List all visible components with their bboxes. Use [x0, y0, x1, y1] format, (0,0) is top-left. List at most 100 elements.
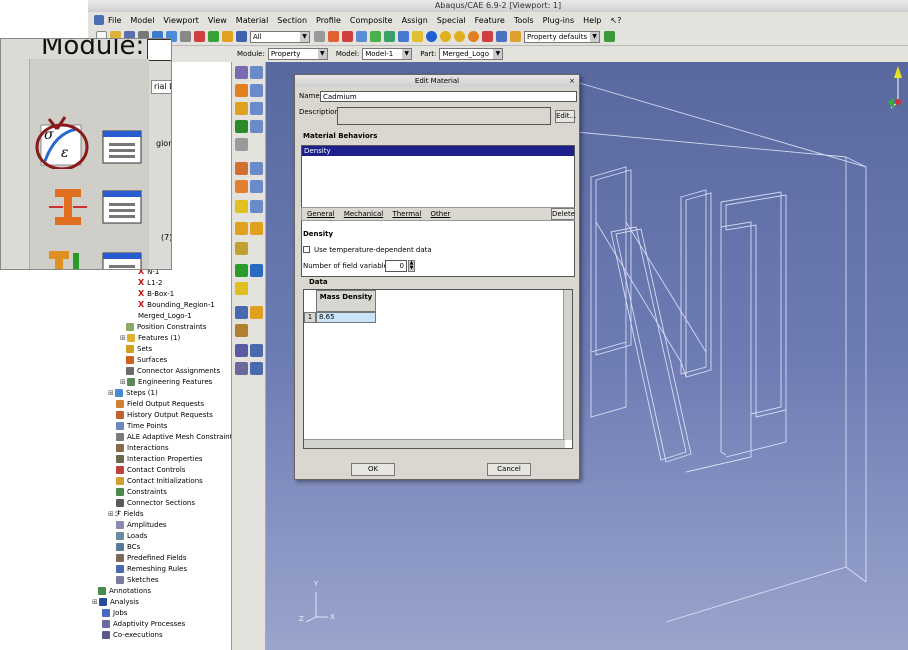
menu-view[interactable]: View — [208, 16, 227, 25]
tree-item[interactable]: Co-executions — [102, 629, 163, 640]
menu-section[interactable]: Section — [277, 16, 307, 25]
model-select[interactable]: Model-1 ▼ — [362, 48, 413, 60]
datum-axis-icon[interactable] — [250, 264, 263, 277]
tree-item[interactable]: Connector Assignments — [126, 365, 220, 376]
menu-special[interactable]: Special — [437, 16, 466, 25]
behavior-item-density[interactable]: Density — [302, 146, 574, 156]
assignment-manager-icon[interactable] — [250, 120, 263, 133]
material-library-tab[interactable]: rial Library — [151, 80, 171, 94]
field-variables-input[interactable]: 0 — [385, 260, 407, 272]
tree-item[interactable]: Jobs — [102, 607, 127, 618]
view-icon[interactable] — [222, 31, 233, 42]
menu-tools[interactable]: Tools — [514, 16, 534, 25]
close-icon[interactable]: × — [569, 75, 575, 87]
create-profile-icon[interactable] — [235, 102, 248, 115]
material-name-input[interactable]: Cadmium — [320, 91, 577, 102]
special-icon[interactable] — [235, 200, 248, 213]
property-defaults-select[interactable]: Property defaults ▼ — [524, 30, 600, 43]
vertical-scrollbar[interactable] — [563, 290, 572, 440]
composite-manager-icon[interactable] — [250, 162, 263, 175]
tree-item[interactable]: X L1-2 — [138, 277, 163, 288]
shaded-icon[interactable] — [370, 31, 381, 42]
expand-icon[interactable]: ⊞ — [108, 389, 114, 397]
section-manager-icon[interactable] — [101, 189, 145, 225]
beam-orientation-icon[interactable] — [235, 222, 248, 235]
tree-item[interactable]: ⊞ Analysis — [92, 596, 139, 607]
delete-button[interactable]: Delete — [551, 208, 575, 220]
module-select[interactable]: Property ▼ — [267, 48, 328, 60]
create-profile-icon[interactable] — [47, 247, 89, 270]
create-material-icon[interactable] — [235, 66, 248, 79]
menu-assign[interactable]: Assign — [402, 16, 428, 25]
special-manager-icon[interactable] — [250, 200, 263, 213]
tree-item[interactable]: ⊞ ℱ Fields — [108, 508, 143, 519]
tree-item[interactable]: Loads — [116, 530, 147, 541]
tree-item[interactable]: ⊞ Features (1) — [120, 332, 180, 343]
tree-item[interactable]: Merged_Logo-1 — [138, 310, 192, 321]
material-manager-icon[interactable] — [101, 129, 145, 165]
menu-material[interactable]: Material — [236, 16, 269, 25]
create-material-icon[interactable]: σ ε — [35, 113, 89, 169]
render-style-icon[interactable] — [328, 31, 339, 42]
expand-icon[interactable]: ⊞ — [108, 510, 114, 518]
tree-item[interactable]: Sets — [126, 343, 152, 354]
tree-item[interactable]: Remeshing Rules — [116, 563, 187, 574]
color-code-3-icon[interactable] — [468, 31, 479, 42]
csys-icon[interactable] — [235, 344, 248, 357]
cancel-button[interactable]: Cancel — [487, 463, 531, 476]
property-icon[interactable] — [510, 31, 521, 42]
menu-feature[interactable]: Feature — [475, 16, 505, 25]
menu-model[interactable]: Model — [130, 16, 154, 25]
datum-point-icon[interactable] — [235, 264, 248, 277]
selection-filter-select[interactable]: All ▼ — [250, 30, 310, 43]
selection-option-icon[interactable] — [314, 31, 325, 42]
zoom-icon[interactable] — [180, 31, 191, 42]
partition-manager-icon[interactable] — [250, 306, 263, 319]
query-icon[interactable] — [235, 324, 248, 337]
color-code-icon[interactable] — [440, 31, 451, 42]
tangent-icon[interactable] — [235, 242, 248, 255]
tree-item[interactable]: Position Constraints — [126, 321, 206, 332]
beam-manager-icon[interactable] — [250, 222, 263, 235]
color-code-2-icon[interactable] — [454, 31, 465, 42]
temperature-dependent-checkbox[interactable] — [303, 246, 310, 253]
tree-item[interactable]: ALE Adaptive Mesh Constraints — [116, 431, 231, 442]
tree-item[interactable]: Field Output Requests — [116, 398, 204, 409]
tree-item[interactable]: Constraints — [116, 486, 167, 497]
iso-view-icon[interactable] — [384, 31, 395, 42]
box-zoom-icon[interactable] — [194, 31, 205, 42]
tree-item[interactable]: Connector Sections — [116, 497, 195, 508]
expand-icon[interactable]: ⊞ — [120, 378, 126, 386]
tree-item[interactable]: Contact Controls — [116, 464, 185, 475]
menu-composite[interactable]: Composite — [350, 16, 393, 25]
front-view-icon[interactable] — [398, 31, 409, 42]
tree-item[interactable]: Contact Initializations — [116, 475, 203, 486]
part-select[interactable]: Merged_Logo ▼ — [439, 48, 504, 60]
tree-item[interactable]: Surfaces — [126, 354, 167, 365]
tab-mechanical[interactable]: Mechanical — [344, 210, 383, 218]
create-section-icon[interactable] — [47, 185, 89, 227]
tab-other[interactable]: Other — [431, 210, 451, 218]
sketch-icon[interactable] — [235, 362, 248, 375]
ok-button[interactable]: OK — [351, 463, 395, 476]
tree-item[interactable]: X Bounding_Region-1 — [138, 299, 215, 310]
menu-file[interactable]: File — [108, 16, 121, 25]
tree-item[interactable]: X B-Box-1 — [138, 288, 174, 299]
create-composite-icon[interactable] — [235, 162, 248, 175]
part-instance-icon[interactable] — [482, 31, 493, 42]
section-manager-icon[interactable] — [250, 84, 263, 97]
color-options-icon[interactable] — [604, 31, 615, 42]
back-view-icon[interactable] — [412, 31, 423, 42]
menu-viewport[interactable]: Viewport — [163, 16, 198, 25]
tree-item[interactable]: Sketches — [116, 574, 159, 585]
tab-thermal[interactable]: Thermal — [392, 210, 421, 218]
mass-density-cell[interactable]: 8.65 — [316, 312, 376, 323]
menu-help[interactable]: Help — [583, 16, 601, 25]
edit-description-button[interactable]: Edit... — [555, 110, 576, 123]
tree-item[interactable]: Time Points — [116, 420, 167, 431]
tree-item[interactable]: Annotations — [98, 585, 151, 596]
dialog-titlebar[interactable]: Edit Material × — [295, 75, 579, 87]
menu-plugins[interactable]: Plug-ins — [543, 16, 575, 25]
tree-item[interactable]: Interaction Properties — [116, 453, 203, 464]
tree-item[interactable]: ⊞ Engineering Features — [120, 376, 212, 387]
